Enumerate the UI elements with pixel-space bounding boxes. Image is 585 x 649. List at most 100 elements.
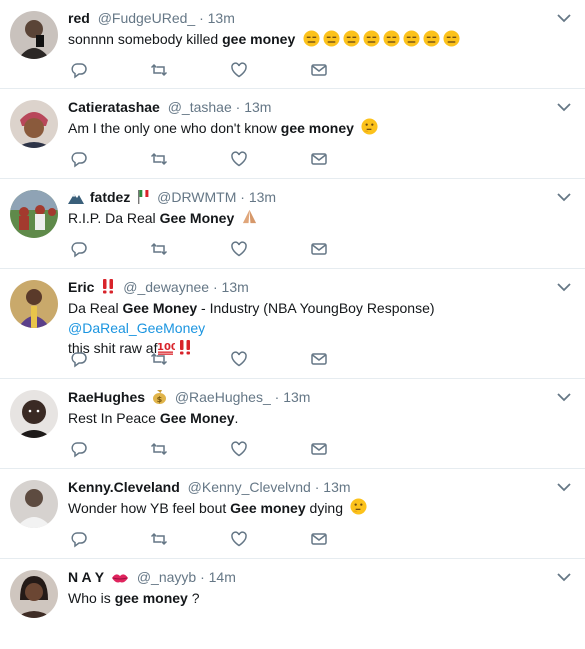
avatar[interactable] [10, 100, 58, 148]
separator-dot: · [314, 479, 320, 495]
separator-dot: · [235, 99, 241, 115]
display-name[interactable]: Eric [68, 279, 94, 295]
chevron-down-icon[interactable] [557, 482, 571, 492]
tweet-actions [70, 150, 330, 170]
bold-text: gee money [222, 31, 296, 47]
like-icon[interactable] [230, 240, 250, 260]
timestamp[interactable]: 13m [222, 279, 249, 295]
bold-text: gee money [280, 120, 354, 136]
retweet-icon[interactable] [150, 440, 170, 460]
timestamp[interactable]: 13m [244, 99, 271, 115]
avatar[interactable] [10, 280, 58, 328]
tweet[interactable]: N A Y @_nayyb · 14m Who is gee money ? [0, 559, 585, 649]
timestamp[interactable]: 13m [208, 10, 235, 26]
user-handle[interactable]: @Kenny_Clevelvnd [188, 479, 311, 495]
bold-text: gee money [114, 590, 188, 606]
reply-icon[interactable] [70, 350, 90, 370]
like-icon[interactable] [230, 350, 250, 370]
direct-message-icon[interactable] [310, 350, 330, 370]
tweet-actions [70, 530, 330, 550]
separator-dot: · [212, 279, 218, 295]
direct-message-icon[interactable] [310, 530, 330, 550]
tweet[interactable]: Eric @_dewaynee · 13m Da Real Gee Money … [0, 269, 585, 379]
tweet-text: Da Real Gee Money - Industry (NBA YoungB… [68, 300, 435, 356]
retweet-icon[interactable] [150, 61, 170, 81]
user-handle[interactable]: @FudgeURed_ [98, 10, 196, 26]
chevron-down-icon[interactable] [557, 572, 571, 582]
tweet-feed: red @FudgeURed_ · 13m sonnnn somebody ki… [0, 0, 585, 649]
direct-message-icon[interactable] [310, 440, 330, 460]
user-handle[interactable]: @_tashae [168, 99, 232, 115]
timestamp[interactable]: 13m [249, 189, 276, 205]
tweet[interactable]: RaeHughes $ @RaeHughes_ · 13m Rest In Pe… [0, 379, 585, 469]
bold-text: Gee Money [159, 410, 235, 426]
bold-text: Gee money [230, 500, 306, 516]
avatar[interactable] [10, 570, 58, 618]
tweet-text: sonnnn somebody killed gee money [68, 29, 567, 49]
user-handle[interactable]: @RaeHughes_ [175, 389, 271, 405]
user-handle[interactable]: @_nayyb [137, 569, 196, 585]
timestamp[interactable]: 13m [283, 389, 310, 405]
like-icon[interactable] [230, 440, 250, 460]
mention-link[interactable]: @DaReal_GeeMoney [68, 320, 205, 336]
chevron-down-icon[interactable] [557, 282, 571, 292]
double-exclamation-emoji [103, 279, 114, 294]
tweet-text: Who is gee money ? [68, 590, 200, 606]
direct-message-icon[interactable] [310, 240, 330, 260]
like-icon[interactable] [230, 530, 250, 550]
money-bag-emoji: $ [152, 390, 166, 404]
display-name[interactable]: RaeHughes [68, 389, 145, 405]
avatar[interactable] [10, 11, 58, 59]
tweet[interactable]: Kenny.Cleveland @Kenny_Clevelvnd · 13m W… [0, 469, 585, 559]
chevron-down-icon[interactable] [557, 192, 571, 202]
tweet[interactable]: red @FudgeURed_ · 13m sonnnn somebody ki… [0, 0, 585, 89]
tweet-text: R.I.P. Da Real Gee Money [68, 208, 567, 228]
tweet-text: Am I the only one who don't know gee mon… [68, 118, 567, 138]
tweet[interactable]: fatdez @DRWMTM · 13m R.I.P. Da Real Gee … [0, 179, 585, 269]
separator-dot: · [240, 189, 245, 205]
direct-message-icon[interactable] [310, 150, 330, 170]
like-icon[interactable] [230, 150, 250, 170]
user-handle[interactable]: @_dewaynee [123, 279, 209, 295]
user-handle[interactable]: @DRWMTM [157, 189, 236, 205]
retweet-icon[interactable] [150, 240, 170, 260]
tweet-actions [70, 61, 330, 81]
display-name[interactable]: fatdez [90, 189, 130, 205]
chevron-down-icon[interactable] [557, 102, 571, 112]
avatar[interactable] [10, 190, 58, 238]
timestamp[interactable]: 14m [209, 569, 236, 585]
tweet[interactable]: Catieratashae @_tashae · 13m Am I the on… [0, 89, 585, 179]
reply-icon[interactable] [70, 240, 90, 260]
folded-hands-emoji [243, 209, 257, 224]
chevron-down-icon[interactable] [557, 392, 571, 402]
tweet-text: Wonder how YB feel bout Gee money dying [68, 498, 567, 518]
bold-text: Gee Money [122, 300, 198, 316]
reply-icon[interactable] [70, 61, 90, 81]
chevron-down-icon[interactable] [557, 13, 571, 23]
avatar[interactable] [10, 480, 58, 528]
display-name[interactable]: N A Y [68, 569, 104, 585]
reply-icon[interactable] [70, 150, 90, 170]
reply-icon[interactable] [70, 440, 90, 460]
retweet-icon[interactable] [150, 530, 170, 550]
thinking-face-emoji [361, 118, 378, 135]
reply-icon[interactable] [70, 530, 90, 550]
flag-emoji [138, 190, 149, 204]
mountain-flag-emoji [68, 194, 84, 204]
separator-dot: · [199, 10, 204, 26]
kiss-lips-emoji [111, 574, 128, 583]
expressionless-face-emoji-row [303, 30, 460, 47]
retweet-icon[interactable] [150, 350, 170, 370]
timestamp[interactable]: 13m [323, 479, 350, 495]
avatar[interactable] [10, 390, 58, 438]
direct-message-icon[interactable] [310, 61, 330, 81]
svg-text:$: $ [157, 395, 163, 404]
separator-dot: · [274, 389, 280, 405]
display-name[interactable]: red [68, 10, 90, 26]
thinking-face-emoji [350, 498, 367, 515]
display-name[interactable]: Catieratashae [68, 99, 160, 115]
retweet-icon[interactable] [150, 150, 170, 170]
display-name[interactable]: Kenny.Cleveland [68, 479, 180, 495]
tweet-actions [70, 350, 330, 370]
like-icon[interactable] [230, 61, 250, 81]
